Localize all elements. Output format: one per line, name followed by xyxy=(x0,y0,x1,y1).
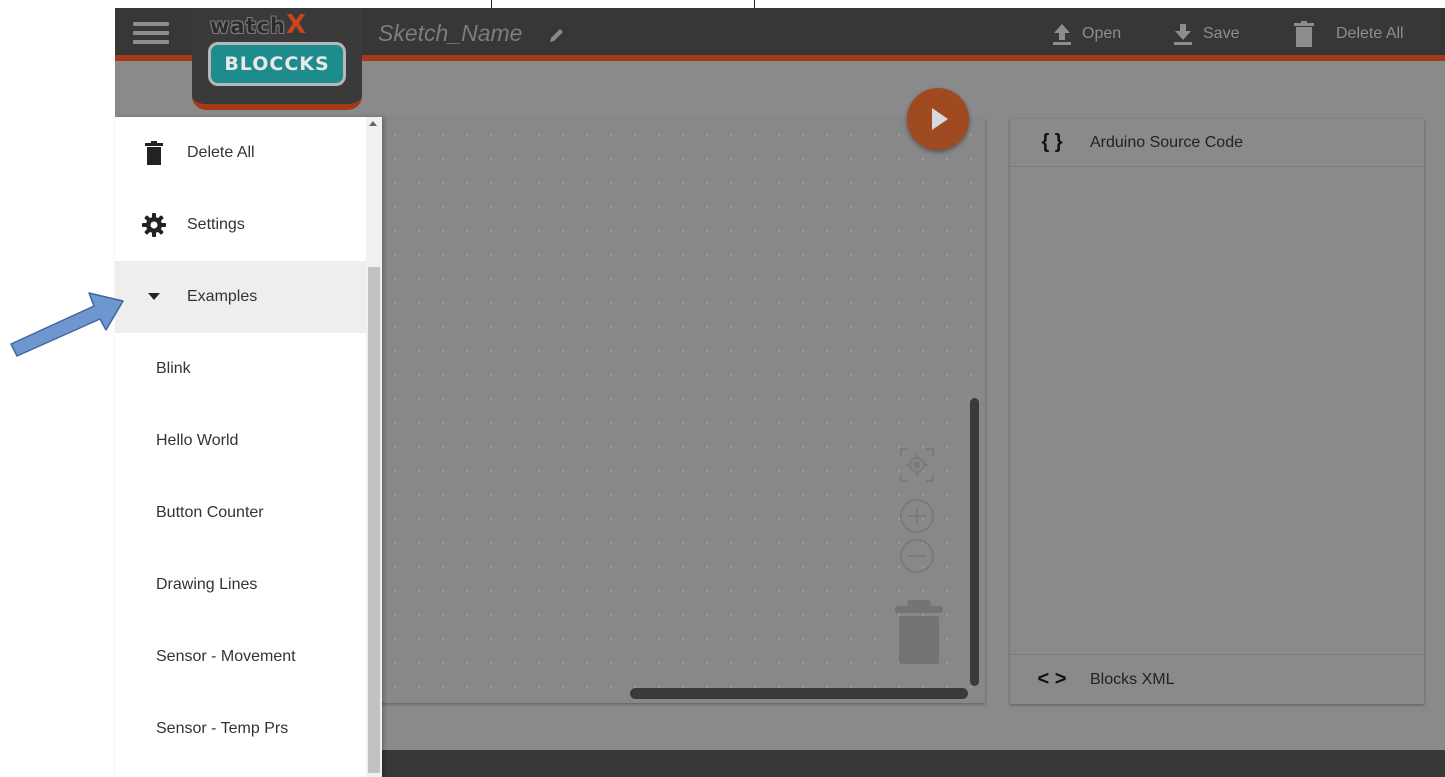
workspace-horizontal-scrollbar[interactable] xyxy=(630,688,968,699)
annotation-arrow-icon xyxy=(10,292,124,357)
workspace-vertical-scrollbar[interactable] xyxy=(970,398,979,686)
angle-brackets-icon: < > xyxy=(1037,668,1067,690)
sketch-name-field[interactable]: Sketch_Name xyxy=(378,20,522,47)
example-hello-world[interactable]: Hello World xyxy=(115,405,366,477)
blocks-xml-tab[interactable]: < > Blocks XML xyxy=(1010,654,1424,704)
drawer-item-examples[interactable]: Examples xyxy=(115,261,366,333)
menu-bar-icon xyxy=(133,22,169,26)
drawer-item-label: Delete All xyxy=(187,144,255,161)
recenter-icon[interactable] xyxy=(898,446,936,484)
example-drawing-lines[interactable]: Drawing Lines xyxy=(115,549,366,621)
menu-bar-icon xyxy=(133,31,169,35)
zoom-in-icon[interactable] xyxy=(899,498,935,534)
zoom-out-icon[interactable] xyxy=(899,538,935,574)
screenshot-stage: Sketch_Name Open Save Delete All watchX … xyxy=(0,0,1445,777)
logo-bottom-text: BLOCCKS xyxy=(224,53,330,75)
drawer-scrollbar-thumb[interactable] xyxy=(368,267,380,773)
example-blink[interactable]: Blink xyxy=(115,333,366,405)
hamburger-menu-button[interactable] xyxy=(133,22,169,48)
watchx-blocks-logo: watchX BLOCCKS xyxy=(192,8,362,110)
caret-down-icon xyxy=(148,293,160,300)
trash-icon xyxy=(1294,21,1314,47)
delete-all-button[interactable]: Delete All xyxy=(1294,20,1404,48)
open-label: Open xyxy=(1082,25,1122,42)
drawer-item-label: Settings xyxy=(187,216,245,233)
upload-icon xyxy=(1053,24,1071,45)
run-button[interactable] xyxy=(907,88,969,150)
drawer-item-delete-all[interactable]: Delete All xyxy=(115,117,366,189)
example-sensor-temp-prs[interactable]: Sensor - Temp Prs xyxy=(115,693,366,765)
logo-top-text: watchX xyxy=(210,10,307,40)
logo-watch-text: watch xyxy=(210,14,287,38)
drawer-item-label: Examples xyxy=(187,288,258,305)
logo-badge: BLOCCKS xyxy=(208,42,346,86)
logo-x-text: X xyxy=(286,10,308,40)
delete-all-label: Delete All xyxy=(1336,25,1404,42)
gear-icon xyxy=(142,213,166,237)
arduino-source-code-tab[interactable]: { } Arduino Source Code xyxy=(1010,119,1424,167)
save-label: Save xyxy=(1203,25,1240,42)
scroll-up-arrow-icon[interactable] xyxy=(369,121,377,126)
workspace-trash-icon[interactable] xyxy=(895,600,943,664)
braces-icon: { } xyxy=(1041,131,1063,153)
drawer-item-settings[interactable]: Settings xyxy=(115,189,366,261)
example-button-counter[interactable]: Button Counter xyxy=(115,477,366,549)
open-button[interactable]: Open xyxy=(1052,20,1121,48)
arduino-source-code-label: Arduino Source Code xyxy=(1090,133,1243,151)
save-button[interactable]: Save xyxy=(1173,20,1239,48)
blocks-workspace[interactable] xyxy=(307,119,985,703)
pencil-icon[interactable] xyxy=(548,26,566,44)
menu-bar-icon xyxy=(133,40,169,44)
example-sensor-movement[interactable]: Sensor - Movement xyxy=(115,621,366,693)
download-icon xyxy=(1174,24,1192,45)
blocks-xml-label: Blocks XML xyxy=(1090,670,1175,688)
side-drawer-menu: Delete All Settings Examples Blink Hello… xyxy=(115,117,382,777)
code-panel: { } Arduino Source Code < > Blocks XML xyxy=(1010,119,1424,704)
trash-icon xyxy=(145,141,163,165)
